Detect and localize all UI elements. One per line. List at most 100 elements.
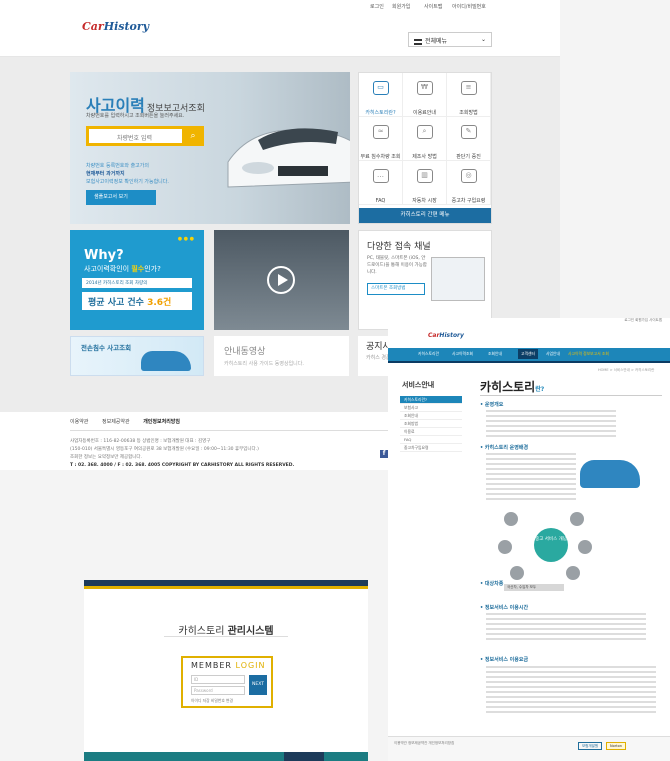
document-icon: ≡	[460, 81, 477, 95]
diagram-node	[566, 566, 580, 580]
sidebar-item[interactable]: 이용료	[400, 428, 462, 436]
why-box: 2014년 카히스토리 조회 차량의	[82, 278, 192, 288]
quick-item-faq[interactable]: … FAQ	[359, 161, 403, 205]
text-block	[486, 666, 656, 716]
guide-video[interactable]	[214, 230, 349, 330]
diagram-node	[504, 512, 518, 526]
why-subtitle: 사고이력확인이 필수인가?	[84, 265, 161, 273]
facebook-icon[interactable]: f	[380, 450, 388, 458]
carousel-dots[interactable]: ● ● ●	[178, 236, 194, 242]
admin-divider	[164, 636, 288, 637]
service-guide-page: 로그인 회원가입 사이트맵 CarHistory 카히스토리란 사고이력조회 조…	[388, 318, 670, 761]
car-image	[141, 351, 191, 371]
login-box: MEMBER LOGIN ID Password NEXT 아이디 저장 비밀번…	[181, 656, 273, 708]
channel-desc: PC, 태블릿, 스마트폰 (iOS, 안드로이드)을 통해 이용이 가능합니다…	[367, 256, 427, 275]
login-options[interactable]: 아이디 저장 비밀번호 변경	[191, 698, 233, 704]
quick-item-howto[interactable]: ≡ 조회방법	[447, 73, 491, 117]
all-menu-select[interactable]: 전체메뉴 ⌄	[408, 32, 492, 47]
section-heading: • 대상차종	[480, 581, 504, 587]
flood-car-icon: ≈	[372, 125, 389, 139]
text-block	[486, 410, 616, 440]
diagram-node	[578, 540, 592, 554]
sidebar-item[interactable]: 조회방법	[400, 420, 462, 428]
sidebar-item[interactable]: FAQ	[400, 436, 462, 444]
svc-main-nav: 카히스토리란 사고이력조회 조회안내 고객센터 사업안내 사고이력 정보보고서 …	[388, 348, 670, 361]
section-heading: • 카히스토리 운영배경	[480, 445, 529, 451]
car-image	[580, 460, 640, 488]
flood-accident-banner[interactable]: 전손침수 사고조회	[70, 336, 204, 376]
video-title: 안내동영상	[224, 347, 266, 357]
target-tag: 국산차, 수입차 모두	[504, 584, 564, 591]
flood-banner-title: 전손침수 사고조회	[81, 344, 132, 352]
privacy-link[interactable]: 개인정보처리방침	[143, 419, 180, 425]
wrench-icon: ✎	[460, 125, 477, 139]
sidebar-item[interactable]: 중고차구입요령	[400, 444, 462, 452]
quick-item-market[interactable]: ▥ 자동차 시장	[403, 161, 447, 205]
kidi-badge: 보험개발원	[578, 742, 602, 750]
diagram-node	[570, 512, 584, 526]
footer-info: 사업자등록번호 : 116-82-00638 등 상법인명 : 보험개발원 대표…	[70, 439, 295, 468]
why-stat: 평균 사고 건수 3.6건	[82, 292, 192, 310]
admin-accent-bar	[84, 586, 368, 589]
svc-nav-underline	[388, 361, 670, 363]
sitemap-link[interactable]: 사이트맵	[424, 3, 442, 10]
video-desc: 카히스토리 사용 가이드 동영상입니다.	[224, 361, 304, 367]
svc-nav-cta[interactable]: 사고이력 정보보고서 조회	[568, 351, 609, 357]
quick-item-tips[interactable]: ◎ 중고차 구입요령	[447, 161, 491, 205]
section-heading: • 운영개요	[480, 402, 504, 408]
sample-report-button[interactable]: 샘플보고서 보기	[86, 190, 156, 205]
svc-nav-item[interactable]: 조회안내	[488, 351, 502, 357]
video-caption: 안내동영상 카히스토리 사용 가이드 동영상입니다.	[214, 336, 349, 376]
sidebar-item[interactable]: 보험사고	[400, 404, 462, 412]
carhistory-logo[interactable]: CarHistory	[82, 20, 149, 33]
svc-footer-links[interactable]: 이용약관 정보제공약관 개인정보처리방침	[394, 741, 454, 746]
hero-note: 차량번호 등록번호와 출고가의 현재부터 과거까지 보험사고이력정보 확인하기 …	[86, 163, 169, 185]
quick-item-maker[interactable]: ⌕ 제조사 방법	[403, 117, 447, 161]
id-input[interactable]: ID	[191, 675, 245, 684]
sidebar-item-about[interactable]: 카히스토리란?	[400, 396, 462, 404]
login-link[interactable]: 로그인	[370, 3, 384, 10]
diagram-node	[510, 566, 524, 580]
bar-chart-icon: ▥	[416, 169, 433, 183]
service-hub: 중고 서비스 개념	[534, 528, 568, 562]
menu-icon	[414, 38, 422, 45]
find-account-link[interactable]: 아이디/비밀번호	[452, 3, 486, 10]
coin-icon: ₩	[416, 81, 433, 95]
search-button[interactable]: ⌕	[182, 126, 204, 146]
svc-logo[interactable]: CarHistory	[428, 332, 464, 339]
join-link[interactable]: 회원가입	[392, 3, 410, 10]
quick-item-about[interactable]: ▭ 카히스토리란?	[359, 73, 403, 117]
svc-nav-item[interactable]: 사고이력조회	[452, 351, 473, 357]
quick-item-flood[interactable]: ≈ 무료 침수차량 조회	[359, 117, 403, 161]
car-image	[227, 128, 350, 188]
svc-side-title: 서비스안내	[402, 381, 435, 389]
quick-menu: ▭ 카히스토리란? ₩ 이용료안내 ≡ 조회방법 ≈ 무료 침수차량 조회 ⌕ 제조사 방…	[358, 72, 492, 224]
quick-menu-footer: 카히스토리 간편 메뉴	[359, 208, 491, 223]
channel-title: 다양한 접속 채널	[367, 242, 431, 252]
chevron-down-icon: ⌄	[480, 36, 486, 43]
channel-panel: 다양한 접속 채널 PC, 태블릿, 스마트폰 (iOS, 안드로이드)을 통해…	[358, 230, 492, 330]
hero-subtitle: 차량번호를 입력하시고 조회버튼을 눌러주세요.	[86, 113, 185, 119]
svc-nav-item[interactable]: 카히스토리란	[418, 351, 439, 357]
footer-links: 이용약관 정보제공약관 개인정보처리방침	[70, 418, 180, 425]
admin-footer-bar	[84, 752, 368, 761]
login-button[interactable]: NEXT	[249, 675, 267, 695]
play-icon[interactable]	[267, 266, 295, 294]
breadcrumb: HOME > 서비스안내 > 카히스토리란	[598, 368, 655, 372]
svc-nav-item-active[interactable]: 고객센터	[518, 349, 538, 359]
why-banner[interactable]: ● ● ● Why? 사고이력확인이 필수인가? 2014년 카히스토리 조회 …	[70, 230, 204, 330]
info-terms-link[interactable]: 정보제공약관	[102, 419, 130, 425]
quick-item-fee[interactable]: ₩ 이용료안내	[403, 73, 447, 117]
section-heading: • 정보서비스 이용시간	[480, 605, 529, 611]
smartphone-guide-button[interactable]: 스마트폰 조회방법	[367, 283, 425, 295]
magnifier-icon: ⌕	[416, 125, 433, 139]
sidebar-item[interactable]: 조회안내	[400, 412, 462, 420]
password-input[interactable]: Password	[191, 686, 245, 695]
terms-link[interactable]: 이용약관	[70, 419, 88, 425]
admin-login-page: 카히스토리 관리시스템 MEMBER LOGIN ID Password NEX…	[84, 580, 368, 761]
svc-sidebar: 카히스토리란? 보험사고 조회안내 조회방법 이용료 FAQ 중고차구입요령	[400, 396, 462, 452]
svc-top-links[interactable]: 로그인 회원가입 사이트맵	[388, 318, 670, 324]
quick-item-judge[interactable]: ✎ 판단기 증진	[447, 117, 491, 161]
svc-nav-item[interactable]: 사업안내	[546, 351, 560, 357]
devices-image	[431, 257, 485, 301]
